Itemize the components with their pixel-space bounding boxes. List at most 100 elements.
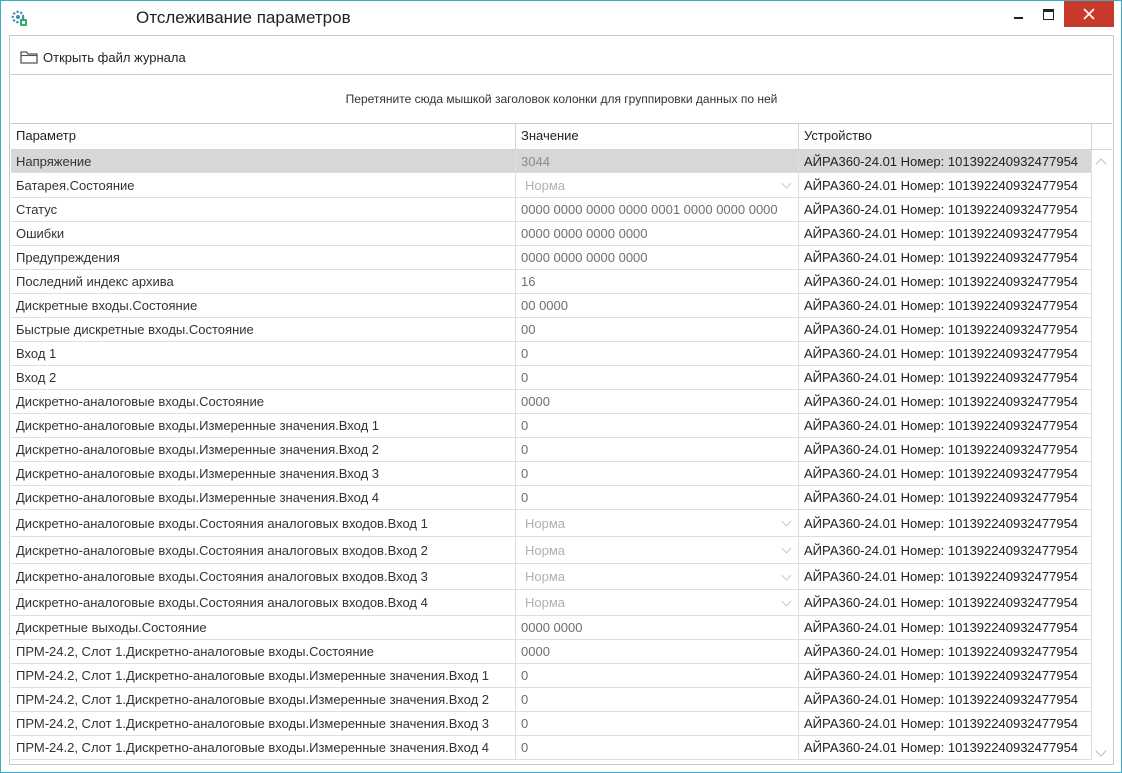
value-cell: 0000 0000 0000 0000 bbox=[516, 246, 799, 269]
device-cell: АЙРА360-24.01 Номер: 101392240932477954 bbox=[799, 736, 1092, 759]
app-window: Отслеживание параметров Открыть файл жур… bbox=[0, 0, 1122, 773]
chevron-down-icon[interactable] bbox=[781, 543, 792, 554]
parameter-cell: Дискретно-аналоговые входы.Состояния ана… bbox=[11, 564, 516, 589]
device-cell: АЙРА360-24.01 Номер: 101392240932477954 bbox=[799, 616, 1092, 639]
parameter-cell: Быстрые дискретные входы.Состояние bbox=[11, 318, 516, 341]
content-panel: Открыть файл журнала Перетяните сюда мыш… bbox=[9, 35, 1114, 765]
value-cell: 0 bbox=[516, 712, 799, 735]
table-row[interactable]: Дискретные входы.Состояние 00 0000 АЙРА360… bbox=[11, 294, 1092, 318]
table-row[interactable]: Дискретно-аналоговые входы.Состояния ана… bbox=[11, 537, 1092, 564]
table-row[interactable]: Дискретно-аналоговые входы.Состояния ана… bbox=[11, 590, 1092, 616]
table-row[interactable]: Дискретно-аналоговые входы.Измеренные зн… bbox=[11, 462, 1092, 486]
table-row[interactable]: Быстрые дискретные входы.Состояние 00 АЙРА… bbox=[11, 318, 1092, 342]
parameter-cell: Дискретно-аналоговые входы.Измеренные зн… bbox=[11, 486, 516, 509]
table-row[interactable]: ПРМ-24.2, Слот 1.Дискретно-аналоговые вх… bbox=[11, 688, 1092, 712]
value-dropdown-text: Норма bbox=[525, 177, 566, 193]
column-header-device[interactable]: Устройство bbox=[799, 123, 1092, 149]
table-row[interactable]: Дискретно-аналоговые входы.Измеренные зн… bbox=[11, 486, 1092, 510]
device-cell: АЙРА360-24.01 Номер: 101392240932477954 bbox=[799, 318, 1092, 341]
table-row[interactable]: ПРМ-24.2, Слот 1.Дискретно-аналоговые вх… bbox=[11, 736, 1092, 760]
value-dropdown-text: Норма bbox=[525, 542, 566, 558]
table-row[interactable]: ПРМ-24.2, Слот 1.Дискретно-аналоговые вх… bbox=[11, 640, 1092, 664]
table-row[interactable]: Дискретно-аналоговые входы.Измеренные зн… bbox=[11, 414, 1092, 438]
maximize-button[interactable] bbox=[1033, 1, 1063, 27]
value-cell: 0 bbox=[516, 438, 799, 461]
value-cell: 0000 0000 0000 0000 0001 0000 0000 0000 bbox=[516, 198, 799, 221]
table-row[interactable]: Батарея.Состояние Норма АЙРА360-24.01 Номе… bbox=[11, 173, 1092, 198]
device-cell: АЙРА360-24.01 Номер: 101392240932477954 bbox=[799, 198, 1092, 221]
device-cell: АЙРА360-24.01 Номер: 101392240932477954 bbox=[799, 366, 1092, 389]
scroll-up-icon[interactable] bbox=[1095, 158, 1107, 170]
column-header-parameter[interactable]: Параметр bbox=[11, 123, 516, 149]
device-cell: АЙРА360-24.01 Номер: 101392240932477954 bbox=[799, 590, 1092, 615]
table-row[interactable]: ПРМ-24.2, Слот 1.Дискретно-аналоговые вх… bbox=[11, 712, 1092, 736]
parameter-cell: Дискретно-аналоговые входы.Состояния ана… bbox=[11, 537, 516, 563]
table-row[interactable]: Дискретно-аналоговые входы.Состояния ана… bbox=[11, 564, 1092, 590]
device-cell: АЙРА360-24.01 Номер: 101392240932477954 bbox=[799, 664, 1092, 687]
parameter-cell: Статус bbox=[11, 198, 516, 221]
group-by-hint: Перетяните сюда мышкой заголовок колонки… bbox=[345, 92, 778, 106]
table-row[interactable]: ПРМ-24.2, Слот 1.Дискретно-аналоговые вх… bbox=[11, 664, 1092, 688]
value-cell: 0 bbox=[516, 486, 799, 509]
value-dropdown[interactable]: Норма bbox=[516, 510, 799, 536]
parameter-cell: Дискретно-аналоговые входы.Состояние bbox=[11, 390, 516, 413]
value-dropdown[interactable]: Норма bbox=[516, 564, 799, 589]
value-cell: 0 bbox=[516, 342, 799, 365]
device-cell: АЙРА360-24.01 Номер: 101392240932477954 bbox=[799, 173, 1092, 197]
table-row[interactable]: Дискретно-аналоговые входы.Состояние 0000… bbox=[11, 390, 1092, 414]
parameter-cell: Дискретно-аналоговые входы.Измеренные зн… bbox=[11, 414, 516, 437]
value-cell: 0000 0000 0000 0000 bbox=[516, 222, 799, 245]
parameter-cell: Дискретные выходы.Состояние bbox=[11, 616, 516, 639]
parameter-cell: Дискретные входы.Состояние bbox=[11, 294, 516, 317]
table-row[interactable]: Вход 2 0 АЙРА360-24.01 Номер: 101392240932… bbox=[11, 366, 1092, 390]
value-dropdown[interactable]: Норма bbox=[516, 173, 799, 197]
parameter-cell: Вход 2 bbox=[11, 366, 516, 389]
device-cell: АЙРА360-24.01 Номер: 101392240932477954 bbox=[799, 270, 1092, 293]
vertical-scrollbar[interactable] bbox=[1092, 150, 1112, 763]
table-row[interactable]: Дискретно-аналоговые входы.Состояния ана… bbox=[11, 510, 1092, 537]
chevron-down-icon[interactable] bbox=[781, 596, 792, 607]
value-dropdown-text: Норма bbox=[525, 595, 566, 610]
parameter-cell: Последний индекс архива bbox=[11, 270, 516, 293]
value-cell: 16 bbox=[516, 270, 799, 293]
parameter-cell: Дискретно-аналоговые входы.Измеренные зн… bbox=[11, 462, 516, 485]
table-row[interactable]: Последний индекс архива 16 АЙРА360-24.01 Н… bbox=[11, 270, 1092, 294]
close-button[interactable] bbox=[1064, 1, 1114, 27]
minimize-button[interactable] bbox=[1003, 1, 1033, 27]
table-row[interactable]: Дискретные выходы.Состояние 0000 0000 АЙРА… bbox=[11, 616, 1092, 640]
scroll-down-icon[interactable] bbox=[1095, 745, 1107, 757]
device-cell: АЙРА360-24.01 Номер: 101392240932477954 bbox=[799, 294, 1092, 317]
device-cell: АЙРА360-24.01 Номер: 101392240932477954 bbox=[799, 486, 1092, 509]
parameter-cell: Батарея.Состояние bbox=[11, 173, 516, 197]
parameter-cell: Предупреждения bbox=[11, 246, 516, 269]
device-cell: АЙРА360-24.01 Номер: 101392240932477954 bbox=[799, 510, 1092, 536]
table-row[interactable]: Дискретно-аналоговые входы.Измеренные зн… bbox=[11, 438, 1092, 462]
close-icon bbox=[1083, 8, 1095, 20]
title-bar[interactable]: Отслеживание параметров bbox=[1, 1, 1121, 34]
value-dropdown-text: Норма bbox=[525, 515, 566, 531]
value-cell: 00 0000 bbox=[516, 294, 799, 317]
device-cell: АЙРА360-24.01 Номер: 101392240932477954 bbox=[799, 712, 1092, 735]
column-header-value[interactable]: Значение bbox=[516, 123, 799, 149]
open-log-button[interactable]: Открыть файл журнала bbox=[20, 46, 186, 68]
table-row[interactable]: Напряжение 3044 АЙРА360-24.01 Номер: 10139… bbox=[11, 150, 1092, 173]
value-cell: 0 bbox=[516, 736, 799, 759]
parameter-cell: ПРМ-24.2, Слот 1.Дискретно-аналоговые вх… bbox=[11, 712, 516, 735]
window-title: Отслеживание параметров bbox=[136, 8, 351, 27]
chevron-down-icon[interactable] bbox=[781, 516, 792, 527]
value-cell: 0 bbox=[516, 462, 799, 485]
value-cell: 0 bbox=[516, 688, 799, 711]
table-row[interactable]: Ошибки 0000 0000 0000 0000 АЙРА360-24.01 Н… bbox=[11, 222, 1092, 246]
table-row[interactable]: Вход 1 0 АЙРА360-24.01 Номер: 101392240932… bbox=[11, 342, 1092, 366]
device-cell: АЙРА360-24.01 Номер: 101392240932477954 bbox=[799, 564, 1092, 589]
chevron-down-icon[interactable] bbox=[781, 570, 792, 581]
value-dropdown[interactable]: Норма bbox=[516, 537, 799, 563]
value-cell: 0000 0000 bbox=[516, 616, 799, 639]
group-by-panel[interactable]: Перетяните сюда мышкой заголовок колонки… bbox=[11, 74, 1112, 124]
table-row[interactable]: Статус 0000 0000 0000 0000 0001 0000 0000… bbox=[11, 198, 1092, 222]
value-dropdown-text: Норма bbox=[525, 569, 566, 584]
chevron-down-icon[interactable] bbox=[781, 178, 792, 189]
value-dropdown[interactable]: Норма bbox=[516, 590, 799, 615]
value-cell: 0 bbox=[516, 664, 799, 687]
table-row[interactable]: Предупреждения 0000 0000 0000 0000 АЙРА360… bbox=[11, 246, 1092, 270]
